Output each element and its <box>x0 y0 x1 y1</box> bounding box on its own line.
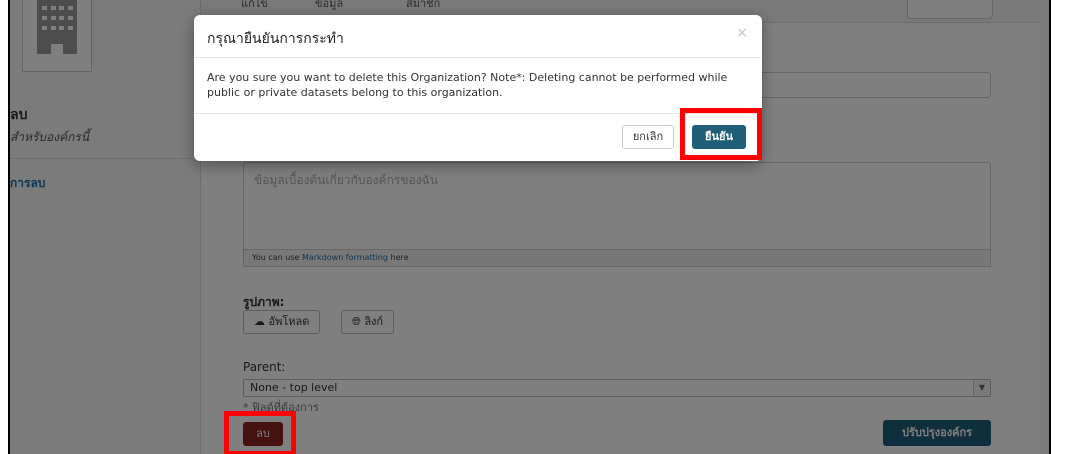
page-frame: ลบ สำหรับองค์กรนี้ การลบ แก้ไข ข้อมูล สม… <box>8 0 1051 454</box>
confirm-dialog: กรุณายืนยันการกระทำ × Are you sure you w… <box>194 15 762 161</box>
highlight-confirm-button <box>680 108 762 160</box>
highlight-delete-button <box>224 411 296 454</box>
dialog-header: กรุณายืนยันการกระทำ × <box>194 15 762 58</box>
cancel-button[interactable]: ยกเลิก <box>622 125 674 149</box>
dialog-title: กรุณายืนยันการกระทำ <box>207 31 344 47</box>
dialog-message: Are you sure you want to delete this Org… <box>207 71 728 99</box>
close-icon[interactable]: × <box>736 25 748 41</box>
dialog-footer: ยกเลิก ยืนยัน <box>194 113 762 162</box>
